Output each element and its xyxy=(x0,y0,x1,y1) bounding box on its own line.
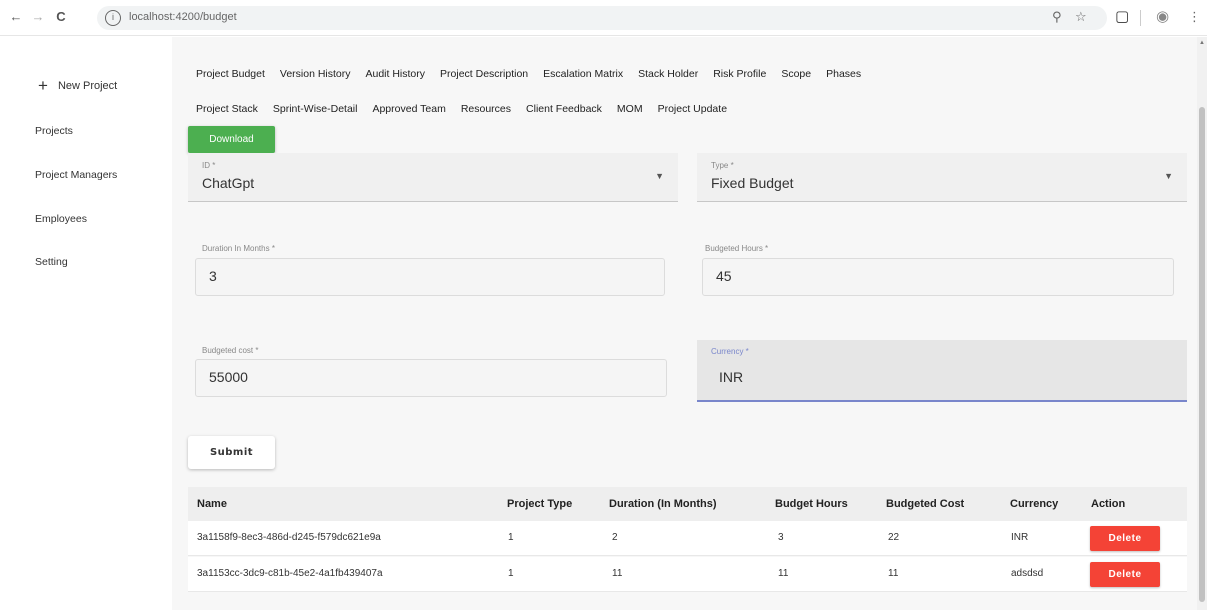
tab-project-update[interactable]: Project Update xyxy=(658,103,727,115)
duration-input[interactable]: 3 xyxy=(195,258,665,296)
tab-version-history[interactable]: Version History xyxy=(280,68,351,80)
cell-name: 3a1158f9-8ec3-486d-d245-f579dc621e9a xyxy=(197,532,381,543)
tab-audit-history[interactable]: Audit History xyxy=(366,68,426,80)
site-info-icon[interactable]: i xyxy=(105,10,121,26)
cell-budget-hours: 3 xyxy=(778,532,784,543)
currency-input[interactable]: Currency * INR xyxy=(697,340,1187,402)
sidebar-item-setting[interactable]: Setting xyxy=(35,256,68,268)
tab-risk-profile[interactable]: Risk Profile xyxy=(713,68,766,80)
bookmark-star-icon[interactable]: ☆ xyxy=(1075,9,1087,25)
header-budget-hours: Budget Hours xyxy=(775,498,848,510)
submit-button[interactable]: Submit xyxy=(188,436,275,469)
budgeted-cost-input[interactable]: 55000 xyxy=(195,359,667,397)
more-menu-icon[interactable]: ⋮ xyxy=(1188,8,1201,26)
tab-approved-team[interactable]: Approved Team xyxy=(372,103,445,115)
type-label: Type * xyxy=(711,161,734,170)
cell-currency: INR xyxy=(1011,532,1029,543)
sidebar-item-project-managers[interactable]: Project Managers xyxy=(35,169,117,181)
sidebar-item-employees[interactable]: Employees xyxy=(35,213,87,225)
browser-toolbar: ← → C i localhost:4200/budget ⚲ ☆ ▢ ◉ ⋮ xyxy=(0,0,1207,36)
header-currency: Currency xyxy=(1010,498,1059,510)
cell-currency: adsdsd xyxy=(1011,568,1044,579)
scrollbar-thumb[interactable] xyxy=(1199,107,1205,602)
cell-project-type: 1 xyxy=(508,532,514,543)
duration-value: 3 xyxy=(209,268,217,284)
table-row: 3a1158f9-8ec3-486d-d245-f579dc621e9a 1 2… xyxy=(188,521,1187,556)
budgeted-hours-input[interactable]: 45 xyxy=(702,258,1174,296)
type-select[interactable]: Type * Fixed Budget ▼ xyxy=(697,153,1187,202)
header-name: Name xyxy=(197,498,227,510)
address-bar[interactable]: i localhost:4200/budget xyxy=(97,6,1107,30)
toolbar-divider xyxy=(1140,10,1141,26)
tabs-row-1: Project Budget Version History Audit His… xyxy=(196,68,861,80)
budgeted-cost-label: Budgeted cost * xyxy=(202,346,259,355)
chevron-down-icon: ▼ xyxy=(655,171,664,181)
budgeted-cost-value: 55000 xyxy=(209,369,248,385)
tab-sprint-wise-detail[interactable]: Sprint-Wise-Detail xyxy=(273,103,358,115)
header-duration: Duration (In Months) xyxy=(609,498,717,510)
id-value: ChatGpt xyxy=(202,175,255,191)
sidebar: + New Project Projects Project Managers … xyxy=(0,37,172,610)
back-icon[interactable]: ← xyxy=(8,9,24,25)
id-label: ID * xyxy=(202,161,216,170)
cell-budget-hours: 11 xyxy=(778,568,789,579)
chevron-down-icon: ▼ xyxy=(1164,171,1173,181)
new-project-button[interactable]: + New Project xyxy=(38,76,118,95)
tab-resources[interactable]: Resources xyxy=(461,103,511,115)
header-project-type: Project Type xyxy=(507,498,573,510)
main-content: Project Budget Version History Audit His… xyxy=(172,37,1197,610)
cell-duration: 11 xyxy=(612,568,623,579)
table-header: Name Project Type Duration (In Months) B… xyxy=(188,487,1187,521)
tab-project-description[interactable]: Project Description xyxy=(440,68,528,80)
download-button[interactable]: Download xyxy=(188,126,275,153)
address-url[interactable]: localhost:4200/budget xyxy=(129,11,237,23)
tab-project-budget[interactable]: Project Budget xyxy=(196,68,265,80)
currency-value: INR xyxy=(719,369,744,385)
forward-icon[interactable]: → xyxy=(30,9,46,25)
sidebar-item-projects[interactable]: Projects xyxy=(35,125,73,137)
tab-mom[interactable]: MOM xyxy=(617,103,643,115)
vertical-scrollbar[interactable]: ▲ xyxy=(1197,37,1207,610)
delete-button[interactable]: Delete xyxy=(1090,562,1160,587)
reload-icon[interactable]: C xyxy=(53,9,69,25)
delete-button[interactable]: Delete xyxy=(1090,526,1160,551)
duration-label: Duration In Months * xyxy=(202,244,275,253)
tab-stack-holder[interactable]: Stack Holder xyxy=(638,68,698,80)
cell-budgeted-cost: 22 xyxy=(888,532,900,543)
tab-project-stack[interactable]: Project Stack xyxy=(196,103,258,115)
scroll-up-arrow-icon[interactable]: ▲ xyxy=(1199,40,1205,46)
type-value: Fixed Budget xyxy=(711,175,794,191)
cell-budgeted-cost: 11 xyxy=(888,568,899,579)
profile-avatar-icon[interactable]: ◉ xyxy=(1156,8,1169,26)
header-action: Action xyxy=(1091,498,1126,510)
currency-label: Currency * xyxy=(711,347,749,356)
budgeted-hours-label: Budgeted Hours * xyxy=(705,244,769,253)
new-project-label: New Project xyxy=(57,80,118,92)
tab-scope[interactable]: Scope xyxy=(781,68,811,80)
key-icon[interactable]: ⚲ xyxy=(1052,9,1062,25)
cell-name: 3a1153cc-3dc9-c81b-45e2-4a1fb439407a xyxy=(197,568,383,579)
header-budgeted-cost: Budgeted Cost xyxy=(886,498,965,510)
plus-icon: + xyxy=(38,76,48,95)
cell-project-type: 1 xyxy=(508,568,514,579)
tabs-row-2: Project Stack Sprint-Wise-Detail Approve… xyxy=(196,103,727,115)
tab-escalation-matrix[interactable]: Escalation Matrix xyxy=(543,68,623,80)
id-select[interactable]: ID * ChatGpt ▼ xyxy=(188,153,678,202)
budgeted-hours-value: 45 xyxy=(716,268,732,284)
table-row: 3a1153cc-3dc9-c81b-45e2-4a1fb439407a 1 1… xyxy=(188,557,1187,592)
extensions-icon[interactable]: ▢ xyxy=(1115,8,1129,26)
tab-phases[interactable]: Phases xyxy=(826,68,861,80)
cell-duration: 2 xyxy=(612,532,618,543)
tab-client-feedback[interactable]: Client Feedback xyxy=(526,103,602,115)
